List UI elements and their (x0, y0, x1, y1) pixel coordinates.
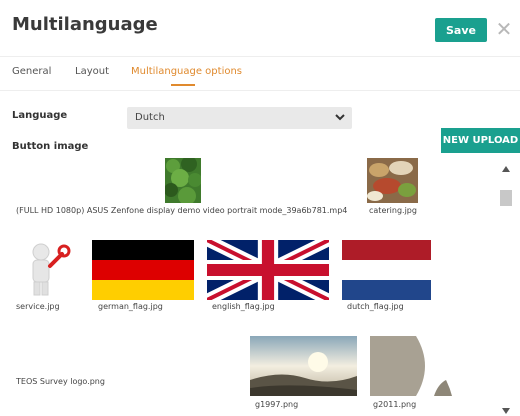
media-item[interactable]: service.jpg (12, 238, 82, 313)
media-filename: dutch_flag.jpg (347, 302, 404, 311)
media-thumbnail (370, 336, 452, 396)
language-label: Language (12, 110, 68, 121)
save-button[interactable]: Save (435, 18, 487, 42)
media-thumbnail (250, 336, 357, 396)
media-filename: service.jpg (16, 302, 60, 311)
language-select[interactable]: Dutch (127, 107, 352, 129)
media-filename: catering.jpg (369, 206, 417, 215)
media-filename: german_flag.jpg (98, 302, 163, 311)
header-divider (0, 56, 520, 57)
media-thumbnail (207, 240, 329, 300)
media-item[interactable]: (FULL HD 1080p) ASUS Zenfone display dem… (10, 158, 350, 220)
tab-general[interactable]: General (12, 66, 51, 77)
media-item[interactable]: catering.jpg (364, 158, 424, 220)
language-select-value: Dutch (135, 112, 165, 123)
scrollbar-thumb[interactable] (500, 190, 512, 206)
gallery-scrollbar[interactable] (498, 160, 514, 414)
media-item[interactable]: english_flag.jpg (207, 238, 332, 313)
tabs-divider (0, 90, 520, 91)
media-filename: TEOS Survey logo.png (16, 377, 105, 386)
tab-layout[interactable]: Layout (75, 66, 109, 77)
arrow-up-icon[interactable] (501, 164, 511, 174)
media-item[interactable]: g2011.png (370, 336, 460, 414)
active-tab-indicator (171, 84, 195, 86)
media-filename: (FULL HD 1080p) ASUS Zenfone display dem… (16, 206, 348, 215)
media-thumbnail (165, 158, 201, 203)
chevron-down-icon (335, 114, 345, 121)
tab-multilanguage-options[interactable]: Multilanguage options (131, 66, 242, 77)
close-icon[interactable]: ✕ (494, 18, 514, 40)
media-thumbnail (342, 240, 431, 300)
media-item[interactable]: german_flag.jpg (92, 238, 197, 313)
media-item[interactable]: dutch_flag.jpg (342, 238, 437, 313)
tab-bar: General Layout Multilanguage options (0, 64, 520, 90)
media-thumbnail (367, 158, 418, 203)
page-title: Multilanguage (12, 14, 158, 35)
media-item[interactable]: TEOS Survey logo.png (12, 350, 122, 400)
media-thumbnail (32, 350, 72, 370)
media-filename: english_flag.jpg (212, 302, 275, 311)
media-thumbnail (92, 240, 194, 300)
media-thumbnail (14, 240, 76, 298)
media-filename: g2011.png (373, 400, 417, 409)
media-item[interactable]: g1997.png (250, 336, 360, 414)
image-gallery: (FULL HD 1080p) ASUS Zenfone display dem… (0, 150, 498, 414)
media-filename: g1997.png (255, 400, 299, 409)
arrow-down-icon[interactable] (501, 406, 511, 416)
